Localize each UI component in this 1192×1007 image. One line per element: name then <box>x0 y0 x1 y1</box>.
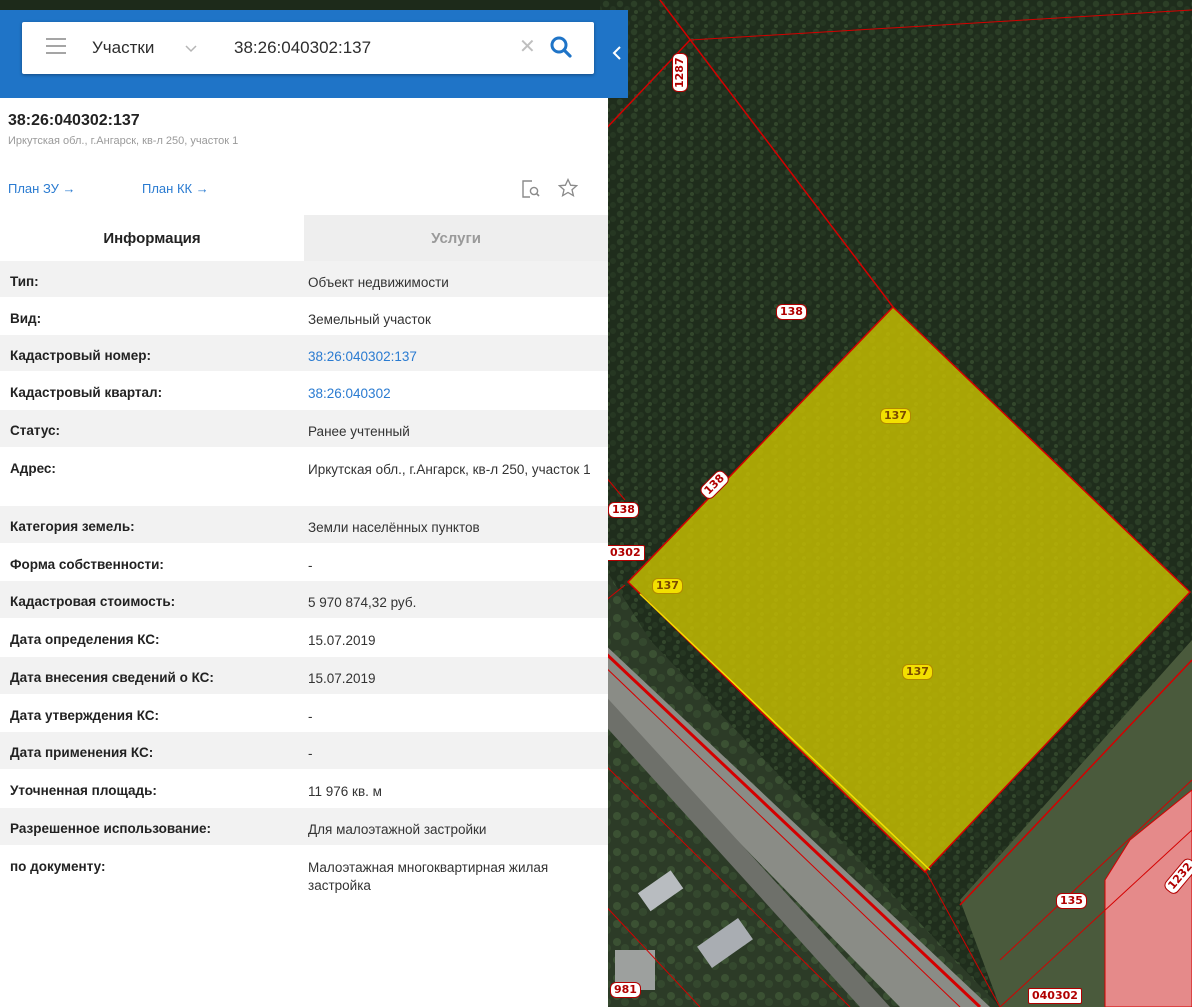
info-row-value: Иркутская обл., г.Ангарск, кв-л 250, уча… <box>308 462 591 477</box>
map-label-137: 137 <box>902 664 933 680</box>
info-row-value: 5 970 874,32 руб. <box>308 595 417 610</box>
info-row: Тип: Объект недвижимости <box>0 261 608 298</box>
map-label-138: 138 <box>608 502 639 518</box>
info-row: Дата применения КС: - <box>0 732 608 770</box>
info-row-value: Объект недвижимости <box>308 275 449 290</box>
info-row-label: Кадастровый номер: <box>10 348 151 363</box>
map-label-quarter: 0302 <box>606 545 645 561</box>
info-row: Дата определения КС: 15.07.2019 <box>0 619 608 657</box>
info-row-label: Разрешенное использование: <box>10 821 211 836</box>
map-label-137: 137 <box>880 408 911 424</box>
plan-zu-link[interactable]: План ЗУ → <box>8 181 76 196</box>
info-row: Форма собственности: - <box>0 544 608 581</box>
info-row-label: Дата определения КС: <box>10 632 160 647</box>
info-row-value: Малоэтажная многоквартирная жилая застро… <box>308 860 549 893</box>
info-row: Уточненная площадь: 11 976 кв. м <box>0 770 608 808</box>
info-row-value: Для малоэтажной застройки <box>308 822 487 837</box>
info-row-value-link[interactable]: 38:26:040302:137 <box>298 335 598 371</box>
info-row-value: 15.07.2019 <box>308 633 376 648</box>
info-row-value: Земельный участок <box>308 312 431 327</box>
info-row-value: - <box>308 558 313 573</box>
info-row-label: Адрес: <box>10 461 56 476</box>
info-row-value: 15.07.2019 <box>308 671 376 686</box>
map-label-1287: 1287 <box>672 53 688 92</box>
info-row-value: - <box>308 709 313 724</box>
search-box: Участки ✕ <box>22 22 594 74</box>
info-row-label: Кадастровый квартал: <box>10 385 163 400</box>
info-row-label: Дата применения КС: <box>10 745 154 760</box>
info-row: Дата внесения сведений о КС: 15.07.2019 <box>0 657 608 695</box>
info-panel: 38:26:040302:137 Иркутская обл., г.Ангар… <box>0 98 608 1007</box>
info-row-label: Категория земель: <box>10 519 135 534</box>
info-table: Тип: Объект недвижимости Вид: Земельный уча… <box>0 261 608 904</box>
info-row: Адрес: Иркутская обл., г.Ангарск, кв-л 25… <box>0 448 608 506</box>
chevron-left-icon <box>612 46 621 60</box>
info-row-label: Тип: <box>10 274 39 289</box>
panel-tabs: Информация Услуги <box>0 215 608 261</box>
info-row-value: - <box>308 746 313 761</box>
plan-kk-link[interactable]: План КК → <box>142 181 209 196</box>
map-label-981: 981 <box>610 982 641 998</box>
info-row-value: Ранее учтенный <box>308 424 410 439</box>
layer-select[interactable]: Участки <box>92 36 198 60</box>
tab-information[interactable]: Информация <box>0 215 304 261</box>
info-row-label: Дата внесения сведений о КС: <box>10 670 214 685</box>
info-row-label: Форма собственности: <box>10 557 164 572</box>
tab-services[interactable]: Услуги <box>304 215 608 261</box>
info-row-label: Вид: <box>10 311 42 326</box>
object-title: 38:26:040302:137 <box>8 112 140 129</box>
info-row: Статус: Ранее учтенный <box>0 410 608 448</box>
layer-select-label: Участки <box>92 38 155 57</box>
chevron-down-icon <box>185 45 197 53</box>
map-label-138: 138 <box>776 304 807 320</box>
map-label-quarter: 040302 <box>1028 988 1082 1004</box>
map-label-135: 135 <box>1056 893 1087 909</box>
object-address: Иркутская обл., г.Ангарск, кв-л 250, уча… <box>8 135 239 147</box>
info-row: Разрешенное использование: Для малоэтажно… <box>0 808 608 846</box>
zoom-to-object-icon[interactable] <box>522 180 540 198</box>
info-row: Кадастровый квартал: 38:26:040302 <box>0 372 608 410</box>
search-icon[interactable] <box>549 35 573 59</box>
info-row-value: Земли населённых пунктов <box>308 520 480 535</box>
close-icon[interactable]: ✕ <box>519 36 536 58</box>
info-row: Категория земель: Земли населённых пункто… <box>0 506 608 544</box>
menu-icon[interactable] <box>46 38 66 56</box>
info-row-label: по документу: <box>10 859 106 874</box>
search-input[interactable] <box>234 34 504 62</box>
info-row-label: Уточненная площадь: <box>10 783 157 798</box>
map-label-137: 137 <box>652 578 683 594</box>
info-row-label: Статус: <box>10 423 60 438</box>
info-row-value-link[interactable]: 38:26:040302 <box>298 372 598 409</box>
info-row: Кадастровая стоимость: 5 970 874,32 руб. <box>0 581 608 619</box>
collapse-panel-button[interactable] <box>608 30 628 78</box>
info-row-label: Кадастровая стоимость: <box>10 594 176 609</box>
search-bar: Участки ✕ <box>0 10 628 98</box>
star-icon[interactable] <box>558 178 578 198</box>
info-row: по документу: Малоэтажная многоквартирная… <box>0 846 608 904</box>
info-row: Дата утверждения КС: - <box>0 695 608 732</box>
info-row: Вид: Земельный участок <box>0 298 608 335</box>
info-row-value: 11 976 кв. м <box>308 784 382 799</box>
info-row-label: Дата утверждения КС: <box>10 708 160 723</box>
info-row: Кадастровый номер: 38:26:040302:137 <box>0 335 608 372</box>
